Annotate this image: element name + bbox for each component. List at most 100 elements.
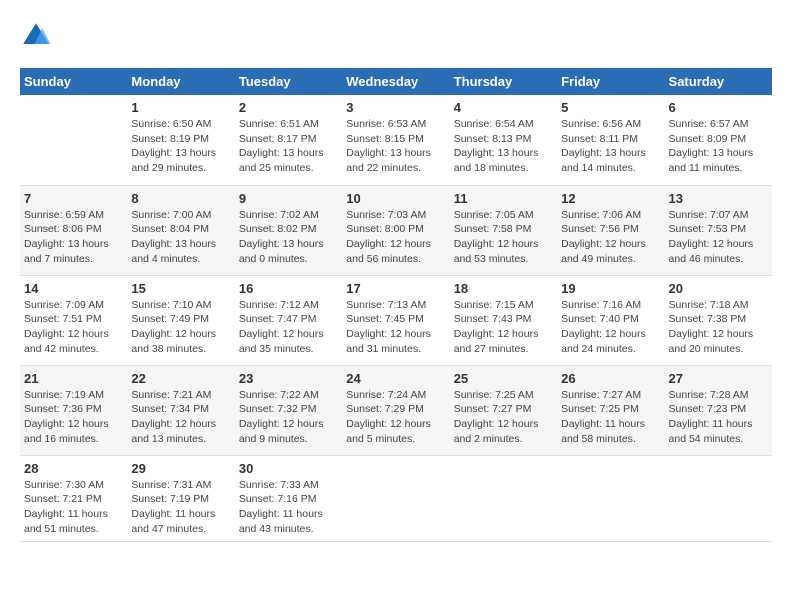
day-info: Sunrise: 7:12 AM Sunset: 7:47 PM Dayligh… bbox=[239, 298, 338, 357]
day-number: 25 bbox=[454, 371, 553, 386]
week-row-3: 14 Sunrise: 7:09 AM Sunset: 7:51 PM Dayli… bbox=[20, 275, 772, 365]
day-number: 9 bbox=[239, 191, 338, 206]
day-info: Sunrise: 7:18 AM Sunset: 7:38 PM Dayligh… bbox=[669, 298, 768, 357]
day-info: Sunrise: 7:15 AM Sunset: 7:43 PM Dayligh… bbox=[454, 298, 553, 357]
day-info: Sunrise: 7:30 AM Sunset: 7:21 PM Dayligh… bbox=[24, 478, 123, 537]
day-info: Sunrise: 7:27 AM Sunset: 7:25 PM Dayligh… bbox=[561, 388, 660, 447]
day-number: 29 bbox=[131, 461, 230, 476]
day-number: 24 bbox=[346, 371, 445, 386]
day-info: Sunrise: 7:13 AM Sunset: 7:45 PM Dayligh… bbox=[346, 298, 445, 357]
day-cell: 17 Sunrise: 7:13 AM Sunset: 7:45 PM Dayli… bbox=[342, 275, 449, 365]
day-number: 18 bbox=[454, 281, 553, 296]
day-info: Sunrise: 6:56 AM Sunset: 8:11 PM Dayligh… bbox=[561, 117, 660, 176]
week-row-2: 7Sunrise: 6:59 AM Sunset: 8:06 PM Daylig… bbox=[20, 185, 772, 275]
day-info: Sunrise: 6:57 AM Sunset: 8:09 PM Dayligh… bbox=[669, 117, 768, 176]
day-info: Sunrise: 7:21 AM Sunset: 7:34 PM Dayligh… bbox=[131, 388, 230, 447]
day-info: Sunrise: 6:53 AM Sunset: 8:15 PM Dayligh… bbox=[346, 117, 445, 176]
day-cell: 18 Sunrise: 7:15 AM Sunset: 7:43 PM Dayli… bbox=[450, 275, 557, 365]
day-number: 13 bbox=[669, 191, 768, 206]
day-number: 20 bbox=[669, 281, 768, 296]
week-row-1: 1 Sunrise: 6:50 AM Sunset: 8:19 PM Daylig… bbox=[20, 95, 772, 185]
day-cell: 16 Sunrise: 7:12 AM Sunset: 7:47 PM Dayli… bbox=[235, 275, 342, 365]
day-cell bbox=[342, 455, 449, 542]
day-cell: 29 Sunrise: 7:31 AM Sunset: 7:19 PM Dayli… bbox=[127, 455, 234, 542]
day-number: 4 bbox=[454, 100, 553, 115]
day-cell bbox=[20, 95, 127, 185]
day-number: 2 bbox=[239, 100, 338, 115]
day-cell: 12 Sunrise: 7:06 AM Sunset: 7:56 PM Dayli… bbox=[557, 185, 664, 275]
day-cell bbox=[450, 455, 557, 542]
day-cell: 9 Sunrise: 7:02 AM Sunset: 8:02 PM Daylig… bbox=[235, 185, 342, 275]
week-row-4: 21Sunrise: 7:19 AM Sunset: 7:36 PM Dayli… bbox=[20, 365, 772, 455]
day-cell: 19 Sunrise: 7:16 AM Sunset: 7:40 PM Dayli… bbox=[557, 275, 664, 365]
day-number: 5 bbox=[561, 100, 660, 115]
day-info: Sunrise: 7:02 AM Sunset: 8:02 PM Dayligh… bbox=[239, 208, 338, 267]
day-info: Sunrise: 6:54 AM Sunset: 8:13 PM Dayligh… bbox=[454, 117, 553, 176]
day-info: Sunrise: 7:06 AM Sunset: 7:56 PM Dayligh… bbox=[561, 208, 660, 267]
day-number: 17 bbox=[346, 281, 445, 296]
day-cell: 23 Sunrise: 7:22 AM Sunset: 7:32 PM Dayli… bbox=[235, 365, 342, 455]
day-cell: 1 Sunrise: 6:50 AM Sunset: 8:19 PM Daylig… bbox=[127, 95, 234, 185]
day-number: 1 bbox=[131, 100, 230, 115]
day-cell: 24 Sunrise: 7:24 AM Sunset: 7:29 PM Dayli… bbox=[342, 365, 449, 455]
day-number: 12 bbox=[561, 191, 660, 206]
logo bbox=[20, 20, 56, 52]
day-cell: 10 Sunrise: 7:03 AM Sunset: 8:00 PM Dayli… bbox=[342, 185, 449, 275]
day-cell: 5 Sunrise: 6:56 AM Sunset: 8:11 PM Daylig… bbox=[557, 95, 664, 185]
day-cell: 27Sunrise: 7:28 AM Sunset: 7:23 PM Dayli… bbox=[665, 365, 772, 455]
logo-icon bbox=[20, 20, 52, 52]
day-cell: 26 Sunrise: 7:27 AM Sunset: 7:25 PM Dayli… bbox=[557, 365, 664, 455]
day-info: Sunrise: 7:22 AM Sunset: 7:32 PM Dayligh… bbox=[239, 388, 338, 447]
day-cell: 13Sunrise: 7:07 AM Sunset: 7:53 PM Dayli… bbox=[665, 185, 772, 275]
day-info: Sunrise: 7:05 AM Sunset: 7:58 PM Dayligh… bbox=[454, 208, 553, 267]
day-number: 10 bbox=[346, 191, 445, 206]
day-number: 30 bbox=[239, 461, 338, 476]
day-cell: 15 Sunrise: 7:10 AM Sunset: 7:49 PM Dayli… bbox=[127, 275, 234, 365]
day-cell bbox=[665, 455, 772, 542]
day-cell: 11Sunrise: 7:05 AM Sunset: 7:58 PM Dayli… bbox=[450, 185, 557, 275]
day-info: Sunrise: 7:00 AM Sunset: 8:04 PM Dayligh… bbox=[131, 208, 230, 267]
day-number: 16 bbox=[239, 281, 338, 296]
day-cell: 2 Sunrise: 6:51 AM Sunset: 8:17 PM Daylig… bbox=[235, 95, 342, 185]
day-info: Sunrise: 7:25 AM Sunset: 7:27 PM Dayligh… bbox=[454, 388, 553, 447]
day-number: 19 bbox=[561, 281, 660, 296]
day-cell: 6 Sunrise: 6:57 AM Sunset: 8:09 PM Daylig… bbox=[665, 95, 772, 185]
day-info: Sunrise: 6:51 AM Sunset: 8:17 PM Dayligh… bbox=[239, 117, 338, 176]
day-cell: 25 Sunrise: 7:25 AM Sunset: 7:27 PM Dayli… bbox=[450, 365, 557, 455]
day-number: 6 bbox=[669, 100, 768, 115]
day-info: Sunrise: 7:10 AM Sunset: 7:49 PM Dayligh… bbox=[131, 298, 230, 357]
day-info: Sunrise: 7:03 AM Sunset: 8:00 PM Dayligh… bbox=[346, 208, 445, 267]
day-number: 21 bbox=[24, 371, 123, 386]
day-number: 14 bbox=[24, 281, 123, 296]
day-cell: 3 Sunrise: 6:53 AM Sunset: 8:15 PM Daylig… bbox=[342, 95, 449, 185]
day-number: 8 bbox=[131, 191, 230, 206]
day-info: Sunrise: 7:09 AM Sunset: 7:51 PM Dayligh… bbox=[24, 298, 123, 357]
week-row-5: 28 Sunrise: 7:30 AM Sunset: 7:21 PM Dayli… bbox=[20, 455, 772, 542]
day-info: Sunrise: 7:33 AM Sunset: 7:16 PM Dayligh… bbox=[239, 478, 338, 537]
header-wednesday: Wednesday bbox=[342, 68, 449, 95]
day-number: 15 bbox=[131, 281, 230, 296]
day-info: Sunrise: 7:31 AM Sunset: 7:19 PM Dayligh… bbox=[131, 478, 230, 537]
day-info: Sunrise: 6:50 AM Sunset: 8:19 PM Dayligh… bbox=[131, 117, 230, 176]
day-cell: 28 Sunrise: 7:30 AM Sunset: 7:21 PM Dayli… bbox=[20, 455, 127, 542]
header-sunday: Sunday bbox=[20, 68, 127, 95]
header-friday: Friday bbox=[557, 68, 664, 95]
day-cell: 22 Sunrise: 7:21 AM Sunset: 7:34 PM Dayli… bbox=[127, 365, 234, 455]
day-info: Sunrise: 7:24 AM Sunset: 7:29 PM Dayligh… bbox=[346, 388, 445, 447]
day-number: 23 bbox=[239, 371, 338, 386]
day-number: 28 bbox=[24, 461, 123, 476]
day-number: 26 bbox=[561, 371, 660, 386]
calendar-header-row: SundayMondayTuesdayWednesdayThursdayFrid… bbox=[20, 68, 772, 95]
header-saturday: Saturday bbox=[665, 68, 772, 95]
day-cell: 20 Sunrise: 7:18 AM Sunset: 7:38 PM Dayli… bbox=[665, 275, 772, 365]
day-info: Sunrise: 6:59 AM Sunset: 8:06 PM Dayligh… bbox=[24, 208, 123, 267]
day-cell: 30 Sunrise: 7:33 AM Sunset: 7:16 PM Dayli… bbox=[235, 455, 342, 542]
day-cell: 8 Sunrise: 7:00 AM Sunset: 8:04 PM Daylig… bbox=[127, 185, 234, 275]
day-number: 22 bbox=[131, 371, 230, 386]
calendar-table: SundayMondayTuesdayWednesdayThursdayFrid… bbox=[20, 68, 772, 542]
header-thursday: Thursday bbox=[450, 68, 557, 95]
day-number: 3 bbox=[346, 100, 445, 115]
day-info: Sunrise: 7:16 AM Sunset: 7:40 PM Dayligh… bbox=[561, 298, 660, 357]
day-info: Sunrise: 7:28 AM Sunset: 7:23 PM Dayligh… bbox=[669, 388, 768, 447]
day-cell: 21Sunrise: 7:19 AM Sunset: 7:36 PM Dayli… bbox=[20, 365, 127, 455]
